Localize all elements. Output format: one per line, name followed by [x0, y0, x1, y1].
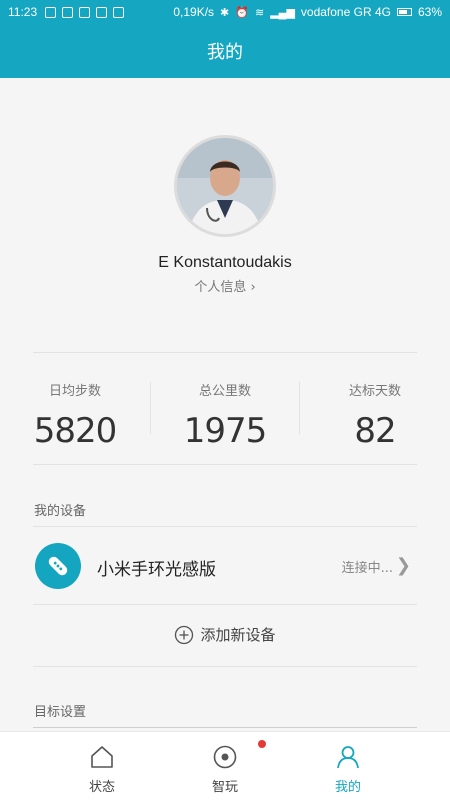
section-title-goals: 目标设置 [34, 705, 87, 720]
notification-icon [113, 6, 125, 18]
stat-label: 达标天数 [348, 384, 401, 399]
wifi-icon: ≋ [254, 6, 265, 19]
network-speed: 0,19K/s [173, 5, 215, 19]
stat-value: 5820 [33, 411, 118, 451]
section-title-devices: 我的设备 [34, 504, 87, 519]
notification-icon [45, 6, 57, 18]
add-device-label: 添加新设备 [200, 626, 276, 644]
stat-label: 总公里数 [198, 384, 251, 399]
tab-mine[interactable]: 我的 [273, 732, 423, 800]
notification-icon [79, 6, 91, 18]
band-device-icon [35, 543, 81, 589]
battery-icon [396, 8, 412, 16]
add-device-button[interactable]: 添加新设备 [0, 624, 450, 645]
stat-value: 1975 [183, 411, 268, 451]
status-time: 11:23 [8, 5, 38, 19]
notification-badge [258, 740, 266, 748]
home-icon [91, 746, 113, 768]
app-header: 11:23 0,19K/s ✱ ⏰ ≋ ▂▄▆ vodafone GR 4G 6… [0, 0, 450, 78]
divider [33, 526, 417, 527]
stat-value: 82 [354, 411, 396, 451]
divider [33, 666, 417, 667]
battery-level: 63% [417, 5, 442, 19]
divider [33, 352, 417, 353]
status-bar: 11:23 0,19K/s ✱ ⏰ ≋ ▂▄▆ vodafone GR 4G 6… [0, 0, 450, 24]
device-status: 连接中... [341, 561, 393, 576]
personal-info-label: 个人信息 [194, 280, 247, 295]
alarm-icon: ⏰ [235, 6, 249, 19]
device-name: 小米手环光感版 [97, 560, 216, 580]
person-icon [337, 746, 359, 769]
chevron-right-icon: › [250, 280, 256, 295]
chevron-right-icon: ❯ [395, 555, 411, 576]
avatar-image [177, 138, 273, 234]
stat-avg-steps: 日均步数 5820 [0, 380, 150, 451]
personal-info-link[interactable]: 个人信息 › [0, 276, 450, 295]
signal-icon: ▂▄▆ [270, 6, 295, 19]
divider [33, 604, 417, 605]
notification-icon [62, 6, 74, 18]
stat-label: 日均步数 [48, 384, 101, 399]
bluetooth-icon: ✱ [220, 6, 230, 19]
carrier-name: vodafone GR 4G [300, 5, 391, 19]
add-circle-icon [175, 625, 194, 644]
device-row[interactable]: 小米手环光感版 连接中... ❯ [33, 528, 417, 604]
stat-goal-days: 达标天数 82 [300, 380, 450, 451]
notification-icon [96, 6, 108, 18]
avatar[interactable] [174, 135, 276, 237]
user-name: E Konstantoudakis [158, 254, 292, 271]
tab-label: 我的 [334, 780, 361, 795]
target-icon [213, 745, 237, 769]
stat-total-km: 总公里数 1975 [150, 380, 300, 451]
divider [33, 727, 417, 728]
status-right: 0,19K/s ✱ ⏰ ≋ ▂▄▆ vodafone GR 4G 63% [173, 5, 442, 19]
divider [33, 464, 417, 465]
bottom-tab-bar: 状态 智玩 我的 [0, 731, 450, 800]
page-title: 我的 [207, 42, 243, 63]
